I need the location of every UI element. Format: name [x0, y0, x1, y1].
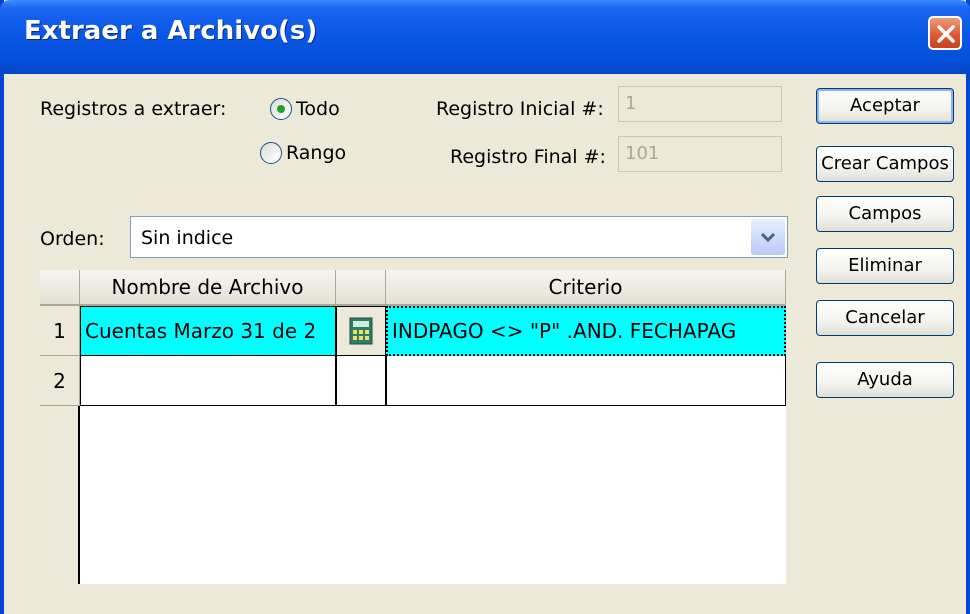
extract-grid: Nombre de Archivo Criterio 1 Cuentas Mar… — [40, 270, 786, 584]
radio-all-label[interactable]: Todo — [296, 98, 340, 120]
expression-button[interactable] — [336, 306, 386, 356]
radio-selected-dot — [277, 105, 285, 113]
column-header-filename[interactable]: Nombre de Archivo — [80, 270, 336, 306]
expression-cell[interactable] — [336, 356, 386, 406]
order-select[interactable]: Sin indice — [130, 216, 788, 258]
grid-divider — [78, 406, 80, 584]
radio-range[interactable] — [260, 142, 282, 164]
filename-cell[interactable]: Cuentas Marzo 31 de 2 — [80, 306, 336, 356]
create-fields-button[interactable]: Crear Campos — [816, 146, 954, 182]
end-record-input[interactable]: 101 — [618, 136, 782, 172]
row-header-gutter — [40, 406, 80, 584]
chevron-down-icon — [760, 232, 776, 243]
cancel-button[interactable]: Cancelar — [816, 300, 954, 336]
filename-cell[interactable] — [80, 356, 336, 406]
order-label: Orden: — [40, 228, 105, 250]
criteria-cell[interactable]: INDPAGO <> "P" .AND. FECHAPAG — [386, 306, 786, 356]
records-label: Registros a extraer: — [40, 98, 227, 120]
grid-corner — [40, 270, 80, 306]
start-record-input[interactable]: 1 — [618, 86, 782, 122]
extract-dialog: Extraer a Archivo(s) Registros a extraer… — [0, 0, 970, 614]
end-record-label: Registro Final #: — [450, 146, 606, 168]
calculator-icon — [349, 317, 373, 345]
column-header-icon[interactable] — [336, 270, 386, 306]
criteria-cell[interactable] — [386, 356, 786, 406]
title-bar[interactable]: Extraer a Archivo(s) — [0, 0, 970, 74]
start-record-label: Registro Inicial #: — [436, 98, 604, 120]
accept-button[interactable]: Aceptar — [816, 88, 954, 124]
help-button[interactable]: Ayuda — [816, 362, 954, 398]
dropdown-button[interactable] — [751, 219, 785, 255]
order-selected-value: Sin indice — [141, 227, 234, 249]
column-header-criteria[interactable]: Criterio — [386, 270, 786, 306]
row-number[interactable]: 2 — [40, 356, 80, 406]
close-icon — [937, 25, 955, 43]
delete-button[interactable]: Eliminar — [816, 248, 954, 284]
row-number[interactable]: 1 — [40, 306, 80, 356]
radio-range-label[interactable]: Rango — [286, 142, 346, 164]
radio-all[interactable] — [270, 98, 292, 120]
fields-button[interactable]: Campos — [816, 196, 954, 232]
window-title: Extraer a Archivo(s) — [24, 16, 318, 46]
close-button[interactable] — [928, 16, 962, 50]
